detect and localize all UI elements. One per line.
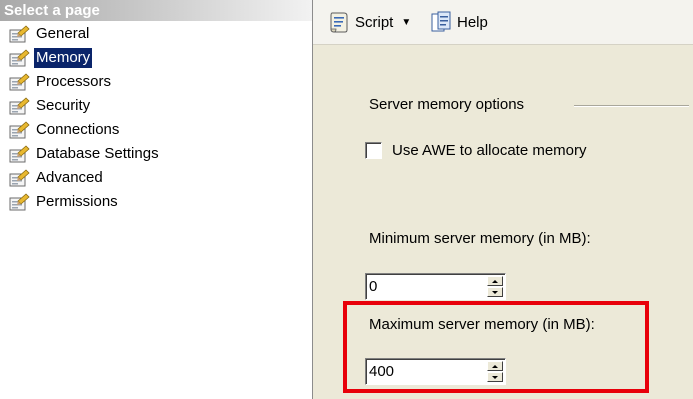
sidebar-item-memory[interactable]: Memory [8, 46, 161, 70]
awe-checkbox[interactable] [365, 142, 382, 159]
properties-page-icon [9, 193, 30, 211]
max-memory-input[interactable] [369, 361, 479, 381]
arrow-down-icon [492, 290, 498, 294]
properties-page-icon [9, 49, 30, 67]
properties-page-icon [9, 97, 30, 115]
script-icon [330, 12, 348, 33]
script-button-label: Script [355, 13, 394, 31]
spin-down-button[interactable] [487, 372, 503, 382]
sidebar-item-label: Advanced [36, 169, 103, 186]
spin-up-button[interactable] [487, 361, 503, 371]
sidebar-item-processors[interactable]: Processors [8, 70, 161, 94]
section-title: Server memory options [369, 96, 525, 113]
toolbar: Script ▼ Help [313, 0, 693, 45]
max-memory-spin-buttons [487, 361, 503, 382]
awe-checkbox-label: Use AWE to allocate memory [392, 142, 587, 159]
page-list: General Memory Processors Security Conne… [8, 22, 161, 214]
min-memory-stepper[interactable] [365, 273, 506, 300]
sidebar-item-general[interactable]: General [8, 22, 161, 46]
sidebar-item-permissions[interactable]: Permissions [8, 190, 161, 214]
sidebar-item-advanced[interactable]: Advanced [8, 166, 161, 190]
arrow-up-icon [492, 279, 498, 283]
spin-up-button[interactable] [487, 276, 503, 286]
sidebar-item-label: Security [36, 97, 91, 114]
arrow-up-icon [492, 364, 498, 368]
min-memory-label: Minimum server memory (in MB): [369, 230, 591, 247]
page-selector-header: Select a page [0, 0, 312, 21]
sidebar-item-security[interactable]: Security [8, 94, 161, 118]
awe-option[interactable]: Use AWE to allocate memory [365, 142, 587, 159]
sidebar-item-label: Connections [36, 121, 120, 138]
page-selector-pane: Select a page General Memory Processors … [0, 0, 313, 399]
properties-page-icon [9, 121, 30, 139]
properties-page-icon [9, 25, 30, 43]
properties-page-icon [9, 73, 30, 91]
help-icon [431, 11, 451, 32]
max-memory-label: Maximum server memory (in MB): [369, 316, 595, 333]
sidebar-item-label: Permissions [36, 193, 118, 210]
properties-page-icon [9, 169, 30, 187]
min-memory-spin-buttons [487, 276, 503, 297]
min-memory-input[interactable] [369, 276, 479, 296]
max-memory-stepper[interactable] [365, 358, 506, 385]
sidebar-item-label: Processors [36, 73, 112, 90]
arrow-down-icon [492, 375, 498, 379]
sidebar-item-database-settings[interactable]: Database Settings [8, 142, 161, 166]
sidebar-item-label: General [36, 25, 90, 42]
help-button-label: Help [457, 13, 488, 31]
help-button[interactable]: Help [429, 10, 488, 34]
memory-options-panel: Script ▼ Help Server memory options Use … [313, 0, 693, 399]
section-divider [574, 105, 689, 107]
spin-down-button[interactable] [487, 287, 503, 297]
properties-page-icon [9, 145, 30, 163]
chevron-down-icon[interactable]: ▼ [401, 17, 411, 28]
sidebar-item-label: Memory [34, 48, 93, 68]
sidebar-item-connections[interactable]: Connections [8, 118, 161, 142]
sidebar-item-label: Database Settings [36, 145, 159, 162]
script-button[interactable]: Script ▼ [327, 10, 411, 34]
